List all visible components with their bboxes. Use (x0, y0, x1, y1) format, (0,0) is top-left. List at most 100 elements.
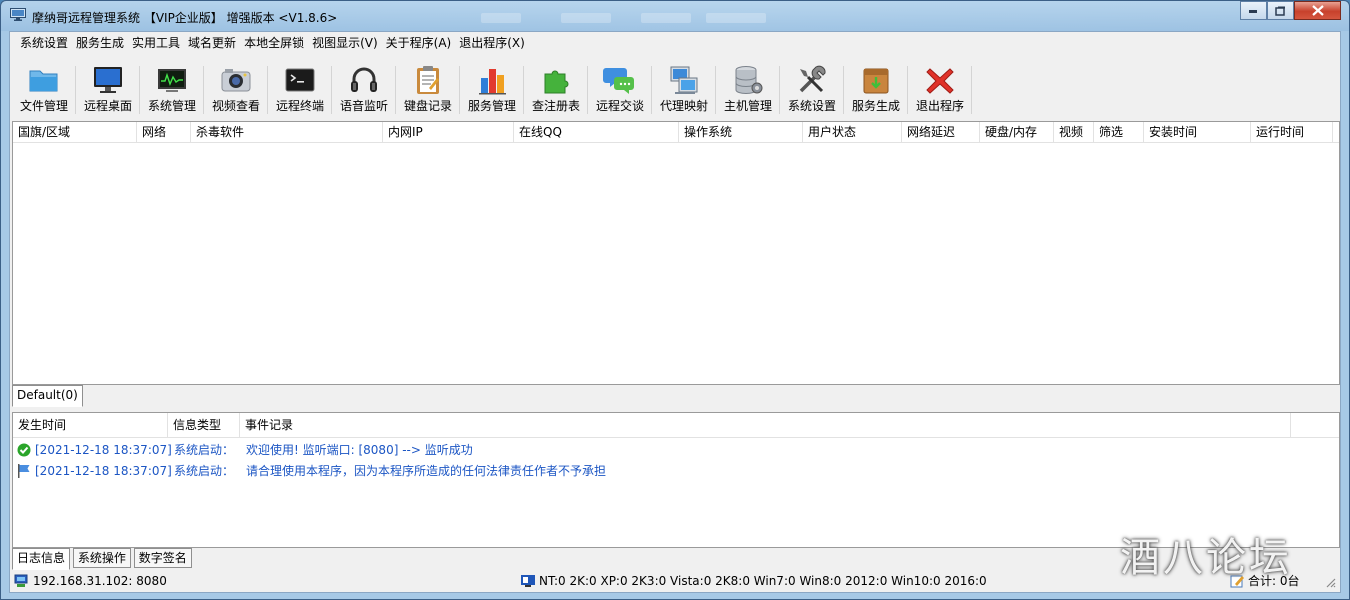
log-type: 系统启动： (174, 443, 235, 457)
window-title: 摩纳哥远程管理系统 【VIP企业版】 增强版本 <V1.8.6> (32, 11, 338, 25)
keylogger-button[interactable]: 键盘记录 (396, 63, 460, 115)
minimize-button[interactable] (1240, 1, 1267, 20)
menu-view[interactable]: 视图显示(V) (308, 32, 382, 54)
system-manager-button[interactable]: 系统管理 (140, 63, 204, 115)
log-event: 请合理使用本程序，因为本程序所造成的任何法律责任作者不予承担 (246, 464, 607, 478)
column-header[interactable]: 杀毒软件 (191, 122, 383, 142)
check-icon (17, 443, 31, 457)
host-manager-button[interactable]: 主机管理 (716, 63, 780, 115)
voice-monitor-button[interactable]: 语音监听 (332, 63, 396, 115)
tab-system-operations[interactable]: 系统操作 (72, 548, 131, 568)
menu-domain-update[interactable]: 域名更新 (184, 32, 240, 54)
log-list-header: 发生时间 信息类型 事件记录 (13, 413, 1339, 438)
os-statistics: NT:0 2K:0 XP:0 2K3:0 Vista:0 2K8:0 Win7:… (539, 574, 987, 588)
column-header[interactable]: 在线QQ (514, 122, 679, 142)
menu-about[interactable]: 关于程序(A) (382, 32, 456, 54)
log-time: [2021-12-18 18:37:07] (35, 464, 172, 478)
column-header[interactable]: 国旗/区域 (13, 122, 137, 142)
background-blur (561, 13, 611, 23)
package-icon (863, 68, 889, 94)
headset-icon (351, 67, 377, 92)
hosts-list[interactable]: 国旗/区域 网络 杀毒软件 内网IP 在线QQ 操作系统 用户状态 网络延迟 硬… (12, 121, 1340, 385)
folder-icon (29, 70, 58, 92)
proxy-mapping-button[interactable]: 代理映射 (652, 63, 716, 115)
toolbar-label: 键盘记录 (403, 99, 452, 113)
column-header[interactable]: 筛选 (1094, 122, 1144, 142)
column-header[interactable]: 信息类型 (168, 413, 240, 437)
column-header[interactable]: 内网IP (383, 122, 514, 142)
column-header[interactable]: 用户状态 (803, 122, 902, 142)
minimize-icon (1249, 9, 1257, 13)
clipboard-icon (417, 66, 439, 94)
toolbar-label: 远程终端 (275, 99, 324, 113)
column-header[interactable]: 事件记录 (240, 413, 1291, 437)
log-type: 系统启动： (174, 464, 235, 478)
service-manager-button[interactable]: 服务管理 (460, 63, 524, 115)
toolbar-label: 系统设置 (787, 99, 836, 113)
puzzle-icon (544, 70, 569, 94)
column-header[interactable]: 运行时间 (1251, 122, 1333, 142)
tab-default-group[interactable]: Default(0) (12, 385, 83, 407)
title-bar[interactable]: 摩纳哥远程管理系统 【VIP企业版】 增强版本 <V1.8.6> (1, 1, 1349, 31)
toolbar-label: 主机管理 (723, 99, 772, 113)
toolbar-label: 视频查看 (211, 99, 260, 113)
system-settings-button[interactable]: 系统设置 (780, 63, 844, 115)
menu-build-service[interactable]: 服务生成 (72, 32, 128, 54)
main-window: 摩纳哥远程管理系统 【VIP企业版】 增强版本 <V1.8.6> 系统设置 服务… (0, 0, 1350, 600)
hosts-list-header: 国旗/区域 网络 杀毒软件 内网IP 在线QQ 操作系统 用户状态 网络延迟 硬… (13, 122, 1339, 143)
database-icon (735, 66, 763, 94)
close-icon (1311, 5, 1324, 16)
column-header[interactable]: 安装时间 (1144, 122, 1251, 142)
menu-fullscreen-lock[interactable]: 本地全屏锁 (240, 32, 308, 54)
registry-button[interactable]: 查注册表 (524, 63, 588, 115)
red-x-icon (926, 68, 954, 94)
system-monitor-icon (158, 69, 186, 92)
toolbar-label: 语音监听 (339, 99, 388, 113)
menu-system-settings[interactable]: 系统设置 (16, 32, 72, 54)
maximize-button[interactable] (1267, 1, 1294, 20)
toolbar-label: 服务管理 (467, 99, 516, 113)
network-status-icon (14, 574, 28, 587)
toolbar-label: 系统管理 (147, 99, 196, 113)
exit-program-button[interactable]: 退出程序 (908, 63, 972, 115)
column-header[interactable]: 网络延迟 (902, 122, 980, 142)
restore-icon (1275, 6, 1285, 16)
toolbar-label: 远程桌面 (83, 99, 132, 113)
column-header[interactable]: 视频 (1054, 122, 1094, 142)
resize-grip-icon[interactable] (1325, 577, 1336, 588)
watermark: 酒八论坛 (1120, 535, 1292, 581)
toolbar-label: 文件管理 (19, 99, 68, 113)
menu-exit[interactable]: 退出程序(X) (455, 32, 529, 54)
toolbar-label: 服务生成 (851, 99, 900, 113)
terminal-icon (285, 68, 315, 92)
background-blur (706, 13, 766, 23)
flag-icon (18, 464, 30, 478)
log-row[interactable]: [2021-12-18 18:37:07] 系统启动： 请合理使用本程序，因为本… (17, 461, 1317, 481)
close-button[interactable] (1294, 1, 1341, 20)
column-header[interactable]: 硬盘/内存 (980, 122, 1054, 142)
toolbar-label: 查注册表 (531, 99, 580, 113)
toolbar: 文件管理 远程桌面 系统管理 视频查看 远程终端 语音监听 键盘记录 服务管理 … (10, 63, 1340, 117)
build-service-button[interactable]: 服务生成 (844, 63, 908, 115)
background-blur (641, 13, 691, 23)
toolbar-label: 代理映射 (659, 99, 708, 113)
chat-icon (603, 68, 634, 94)
log-tabs: 日志信息 系统操作 数字签名 (12, 548, 192, 570)
remote-chat-button[interactable]: 远程交谈 (588, 63, 652, 115)
tab-digital-signature[interactable]: 数字签名 (133, 548, 192, 568)
log-row[interactable]: [2021-12-18 18:37:07] 系统启动： 欢迎使用! 监听端口: … (17, 440, 1317, 460)
column-header[interactable]: 操作系统 (679, 122, 803, 142)
os-stats-icon (521, 575, 535, 587)
column-header[interactable]: 发生时间 (13, 413, 168, 437)
tools-icon (799, 65, 826, 93)
client-area: 系统设置 服务生成 实用工具 域名更新 本地全屏锁 视图显示(V) 关于程序(A… (9, 31, 1341, 593)
file-manager-button[interactable]: 文件管理 (12, 63, 76, 115)
remote-terminal-button[interactable]: 远程终端 (268, 63, 332, 115)
log-event: 欢迎使用! 监听端口: [8080] --> 监听成功 (246, 443, 473, 457)
menu-utilities[interactable]: 实用工具 (128, 32, 184, 54)
group-tabs: Default(0) (12, 385, 83, 407)
column-header[interactable]: 网络 (137, 122, 191, 142)
remote-desktop-button[interactable]: 远程桌面 (76, 63, 140, 115)
tab-log-info[interactable]: 日志信息 (12, 548, 71, 570)
video-view-button[interactable]: 视频查看 (204, 63, 268, 115)
